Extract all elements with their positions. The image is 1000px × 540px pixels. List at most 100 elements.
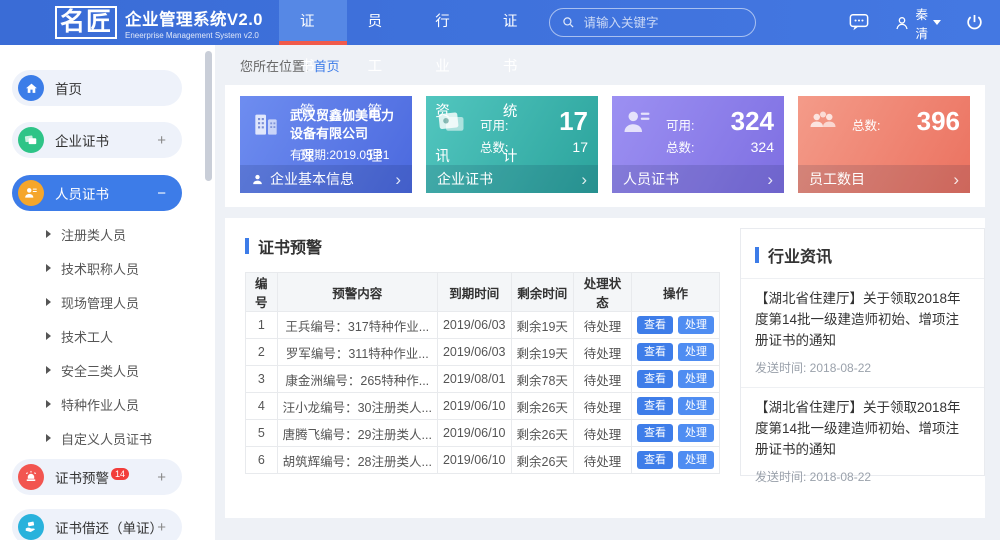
sidebar-subnav: 注册类人员 技术职称人员 现场管理人员 技术工人 安全三类人员 特种作业人员 自…: [0, 217, 215, 455]
tab-cert-management[interactable]: 证书管理: [279, 0, 347, 45]
sidebar-subitem-technical-title[interactable]: 技术职称人员: [0, 251, 215, 285]
certificate-icon: [18, 127, 44, 153]
power-icon[interactable]: [965, 13, 984, 32]
tab-cert-statistics[interactable]: 证书统计: [482, 0, 550, 45]
table-row: 5 唐腾飞编号：29注册类人... 2019/06/10 剩余26天 待处理 查…: [246, 420, 720, 447]
expand-icon: +: [157, 132, 166, 149]
sidebar-subitem-technical-worker[interactable]: 技术工人: [0, 319, 215, 353]
tab-industry-news[interactable]: 行业资讯: [414, 0, 482, 45]
industry-news-title: 行业资讯: [741, 229, 984, 278]
handle-button[interactable]: 处理: [678, 424, 714, 442]
sidebar-subitem-safety-three[interactable]: 安全三类人员: [0, 353, 215, 387]
breadcrumb-home-link[interactable]: 首页: [314, 56, 340, 75]
sidebar-subitem-special-operation[interactable]: 特种作业人员: [0, 387, 215, 421]
total-label: 总数:: [852, 115, 880, 134]
app-logo: 名匠 企业管理系统V2.0 Eneerprise Management Syst…: [55, 6, 263, 40]
sidebar-scrollbar[interactable]: [205, 51, 212, 181]
total-value: 324: [751, 139, 774, 155]
cell-no: 2: [246, 339, 278, 366]
table-row: 1 王兵编号：317特种作业... 2019/06/03 剩余19天 待处理 查…: [246, 312, 720, 339]
caret-right-icon: [46, 366, 51, 374]
cell-remaining: 剩余78天: [511, 366, 573, 393]
cell-remaining: 剩余26天: [511, 447, 573, 474]
table-row: 2 罗军编号：311特种作业... 2019/06/03 剩余19天 待处理 查…: [246, 339, 720, 366]
building-icon: [250, 107, 282, 165]
cell-content: 汪小龙编号：30注册类人...: [277, 393, 437, 420]
subitem-label: 安全三类人员: [61, 361, 139, 380]
personnel-card-footer[interactable]: 人员证书 ›: [612, 165, 784, 193]
handle-button[interactable]: 处理: [678, 370, 714, 388]
tab-employee-management[interactable]: 员工管理: [347, 0, 415, 45]
handle-button[interactable]: 处理: [678, 397, 714, 415]
handle-button[interactable]: 处理: [678, 343, 714, 361]
news-item[interactable]: 【湖北省住建厅】关于领取2018年度第14批一级建造师初始、增项注册证书的通知 …: [741, 278, 984, 387]
sidebar-item-home[interactable]: 首页: [12, 70, 182, 106]
caret-down-icon: [933, 20, 941, 25]
view-button[interactable]: 查看: [637, 397, 673, 415]
cell-actions: 查看处理: [631, 447, 719, 474]
view-button[interactable]: 查看: [637, 343, 673, 361]
sidebar-item-cert-alert[interactable]: 证书预警14 +: [12, 459, 182, 495]
employees-card[interactable]: 总数: 396 员工数目 ›: [798, 96, 970, 193]
total-value: 17: [572, 139, 588, 155]
search-box[interactable]: [549, 8, 756, 37]
employees-card-footer[interactable]: 员工数目 ›: [798, 165, 970, 193]
employees-card-stats: 总数: 396: [852, 107, 960, 165]
news-item-time: 发送时间: 2018-08-22: [755, 468, 970, 485]
app-subtitle: Eneerprise Management System v2.0: [125, 31, 263, 40]
available-value: 324: [731, 107, 774, 136]
sidebar-item-label: 首页: [55, 78, 166, 98]
message-icon[interactable]: [848, 13, 870, 32]
view-button[interactable]: 查看: [637, 316, 673, 334]
view-button[interactable]: 查看: [637, 370, 673, 388]
handle-button[interactable]: 处理: [678, 451, 714, 469]
news-item[interactable]: 【湖北省住建厅】关于领取2018年度第14批一级建造师初始、增项注册证书的通知 …: [741, 387, 984, 496]
sidebar-item-label: 证书借还（单证）: [55, 517, 157, 537]
header-actions: 秦清: [848, 4, 984, 42]
sidebar-subitem-site-management[interactable]: 现场管理人员: [0, 285, 215, 319]
caret-right-icon: [46, 298, 51, 306]
alarm-icon: [18, 464, 44, 490]
app-title: 企业管理系统V2.0: [125, 6, 263, 30]
search-input[interactable]: [583, 16, 743, 30]
cell-status: 待处理: [573, 393, 631, 420]
chevron-right-icon: ›: [395, 171, 401, 188]
col-header-status: 处理状态: [573, 273, 631, 312]
subitem-label: 自定义人员证书: [61, 429, 152, 448]
subitem-label: 技术工人: [61, 327, 113, 346]
cell-due: 2019/06/10: [437, 420, 511, 447]
company-card-footer[interactable]: 企业基本信息 ›: [240, 165, 412, 193]
personnel-card-footer-label: 人员证书: [623, 169, 679, 189]
sidebar-item-label: 企业证书: [55, 130, 157, 150]
company-info-card[interactable]: 武汉贸鑫伽美电力设备有限公司 有效期:2019.05.31 企业基本信息 ›: [240, 96, 412, 193]
cell-no: 6: [246, 447, 278, 474]
view-button[interactable]: 查看: [637, 451, 673, 469]
chevron-right-icon: ›: [581, 171, 587, 188]
caret-right-icon: [46, 434, 51, 442]
view-button[interactable]: 查看: [637, 424, 673, 442]
enterprise-card-stats: 可用: 17 总数: 17: [480, 107, 588, 165]
cell-remaining: 剩余19天: [511, 312, 573, 339]
sidebar-item-cert-borrow[interactable]: 证书借还（单证） +: [12, 509, 182, 540]
user-menu[interactable]: 秦清: [894, 4, 941, 42]
person-icon: [18, 180, 44, 206]
personnel-cert-card[interactable]: 可用: 324 总数: 324 人员证书 ›: [612, 96, 784, 193]
cell-content: 唐腾飞编号：29注册类人...: [277, 420, 437, 447]
cell-due: 2019/08/01: [437, 366, 511, 393]
available-value: 17: [559, 107, 588, 136]
handle-button[interactable]: 处理: [678, 316, 714, 334]
cell-actions: 查看处理: [631, 339, 719, 366]
cell-due: 2019/06/03: [437, 339, 511, 366]
sidebar-item-personnel-cert[interactable]: 人员证书 −: [12, 175, 182, 211]
sidebar-subitem-registered[interactable]: 注册类人员: [0, 217, 215, 251]
cell-remaining: 剩余26天: [511, 393, 573, 420]
cell-content: 王兵编号：317特种作业...: [277, 312, 437, 339]
sidebar-subitem-custom-personnel[interactable]: 自定义人员证书: [0, 421, 215, 455]
personnel-card-body: 可用: 324 总数: 324: [612, 96, 784, 165]
stat-cards-panel: 武汉贸鑫伽美电力设备有限公司 有效期:2019.05.31 企业基本信息 › 可…: [225, 85, 985, 207]
top-nav: 证书管理 员工管理 行业资讯 证书统计: [279, 0, 550, 45]
group-icon: [808, 107, 838, 165]
personnel-card-stats: 可用: 324 总数: 324: [666, 107, 774, 165]
sidebar-item-enterprise-cert[interactable]: 企业证书 +: [12, 122, 182, 158]
expand-icon: +: [157, 469, 166, 486]
